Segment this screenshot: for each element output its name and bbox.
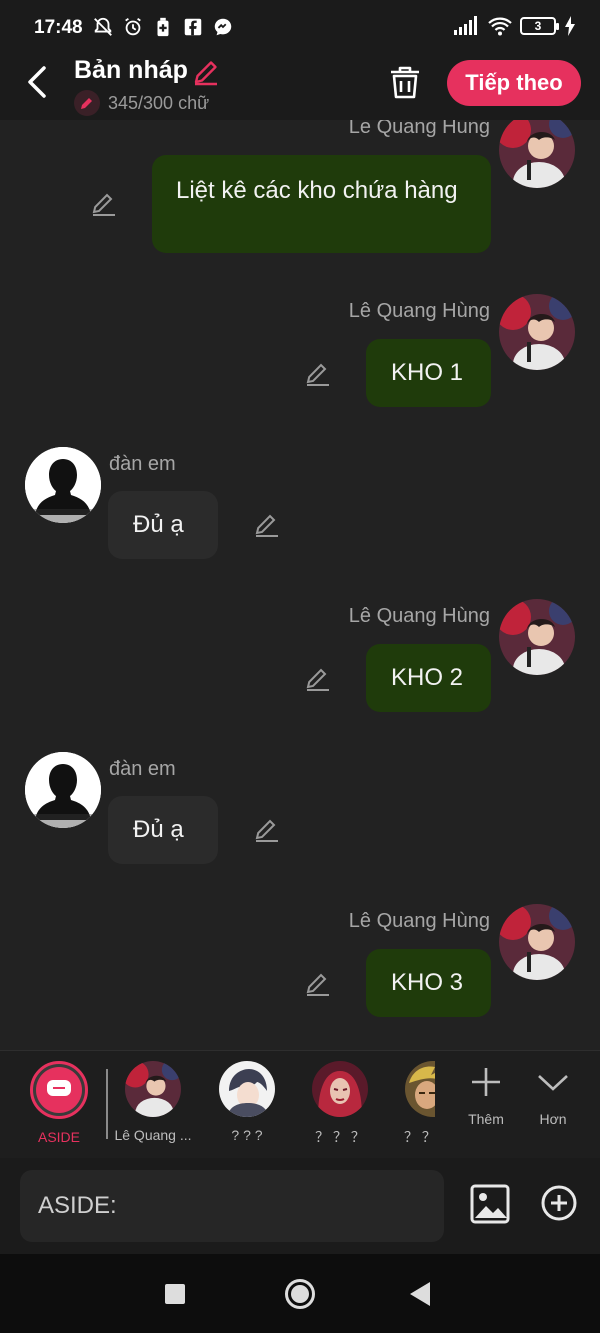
aside-label: ASIDE [37, 1129, 80, 1145]
avatar-image [499, 294, 575, 370]
pencil-icon[interactable] [192, 58, 220, 86]
edit-icon[interactable] [304, 665, 332, 693]
mute-bell-icon [94, 17, 112, 36]
recents-button[interactable] [165, 1284, 185, 1304]
message-text: Đủ ạ [133, 511, 184, 538]
sender-name: đàn em [109, 453, 176, 475]
word-count: 345/300 chữ [74, 90, 209, 116]
character-avatar [405, 1061, 435, 1117]
chat-bubble-icon [47, 1080, 71, 1096]
avatar[interactable] [499, 904, 575, 980]
character-avatar [312, 1061, 368, 1117]
avatar[interactable] [499, 294, 575, 370]
composer: ASIDE: [0, 1158, 600, 1254]
charging-icon [565, 16, 575, 36]
character-label: Lê Quang ... [114, 1127, 192, 1143]
character-avatar [125, 1061, 181, 1117]
plus-icon [472, 1068, 500, 1096]
aside-avatar [30, 1061, 88, 1119]
character-label: ? ? ? [231, 1127, 263, 1143]
app-header: Bản nháp 345/300 chữ Tiếp theo [0, 56, 600, 120]
sender-name: Lê Quang Hùng [348, 605, 490, 627]
input-placeholder: ASIDE: [38, 1192, 117, 1219]
message-text: KHO 2 [391, 664, 464, 691]
edit-icon[interactable] [304, 970, 332, 998]
back-nav-button[interactable] [410, 1282, 430, 1306]
messenger-icon [214, 18, 232, 36]
page-title: Bản nháp [74, 56, 188, 84]
message-bubble[interactable]: Đủ ạ [108, 796, 218, 864]
add-circle-icon[interactable] [540, 1184, 578, 1222]
wifi-icon [488, 17, 512, 36]
battery-level: 3 [534, 19, 542, 33]
message-bubble[interactable]: Liệt kê các kho chứa hàng [152, 155, 491, 253]
silhouette-avatar-icon [25, 447, 101, 523]
message-text: KHO 3 [391, 969, 464, 996]
avatar[interactable] [25, 447, 101, 523]
sender-name: Lê Quang Hùng [348, 300, 490, 322]
sender-name: Lê Quang Hùng [348, 910, 490, 932]
word-count-label: 345/300 chữ [108, 92, 210, 113]
system-nav-bar [0, 1254, 600, 1333]
character-label: ？ ？ ？ [315, 1129, 365, 1145]
message-text: KHO 1 [391, 359, 464, 386]
divider [106, 1069, 108, 1139]
message-bubble[interactable]: Đủ ạ [108, 491, 218, 559]
expand-label: Hơn [539, 1111, 567, 1127]
message-bubble[interactable]: KHO 2 [366, 644, 491, 712]
message-bubble[interactable]: KHO 1 [366, 339, 491, 407]
avatar-image [499, 599, 575, 675]
count-badge [74, 90, 100, 116]
character-label: ？ ？ [404, 1129, 436, 1145]
sender-name: đàn em [109, 758, 176, 780]
alarm-icon [125, 17, 141, 36]
aside-character[interactable]: ASIDE [30, 1061, 88, 1145]
message-input[interactable]: ASIDE: [20, 1170, 444, 1242]
delete-button[interactable] [388, 64, 422, 100]
home-button[interactable] [285, 1279, 315, 1309]
chat-area[interactable]: Le Quang Hung Liệt kê các kho chứa hàng … [0, 120, 600, 1050]
edit-icon[interactable] [253, 511, 281, 539]
character-avatar [219, 1061, 275, 1117]
chevron-left-icon [28, 66, 46, 98]
character-item[interactable]: ? ? ? [212, 1061, 282, 1143]
character-item[interactable]: Lê Quang ... [113, 1061, 193, 1143]
message-text: Đủ ạ [133, 816, 184, 843]
battery-saver-icon [157, 17, 169, 37]
avatar[interactable] [499, 599, 575, 675]
message-bubble[interactable]: KHO 3 [366, 949, 491, 1017]
avatar-image [499, 120, 575, 188]
character-item[interactable]: ？ ？ ？ [305, 1061, 375, 1147]
edit-icon[interactable] [304, 360, 332, 388]
pencil-icon [81, 98, 92, 109]
character-item[interactable]: ？ ？ [395, 1061, 445, 1147]
avatar[interactable] [499, 120, 575, 188]
sender-name: Le Quang Hung [348, 120, 490, 138]
battery-icon: 3 [520, 17, 559, 35]
edit-icon[interactable] [90, 190, 118, 218]
avatar-image [499, 904, 575, 980]
add-label: Thêm [468, 1111, 504, 1127]
add-character-button[interactable]: Thêm [456, 1065, 516, 1127]
trash-icon [391, 66, 419, 99]
character-selector: ASIDE Lê Quang ... ? ? ? ？ ？ ？ ？ ？ Thêm … [0, 1050, 600, 1158]
chevron-down-icon [538, 1075, 568, 1091]
message-text: Liệt kê các kho chứa hàng [176, 177, 458, 204]
status-time: 17:48 [34, 17, 83, 38]
edit-icon[interactable] [253, 816, 281, 844]
facebook-icon [184, 18, 202, 36]
next-button[interactable]: Tiếp theo [447, 60, 581, 106]
status-bar: 17:48 3 [0, 0, 600, 56]
back-button[interactable] [22, 64, 52, 100]
silhouette-avatar-icon [25, 752, 101, 828]
signal-icon [454, 16, 477, 35]
expand-button[interactable]: Hơn [523, 1065, 583, 1127]
avatar[interactable] [25, 752, 101, 828]
image-icon[interactable] [470, 1184, 510, 1224]
